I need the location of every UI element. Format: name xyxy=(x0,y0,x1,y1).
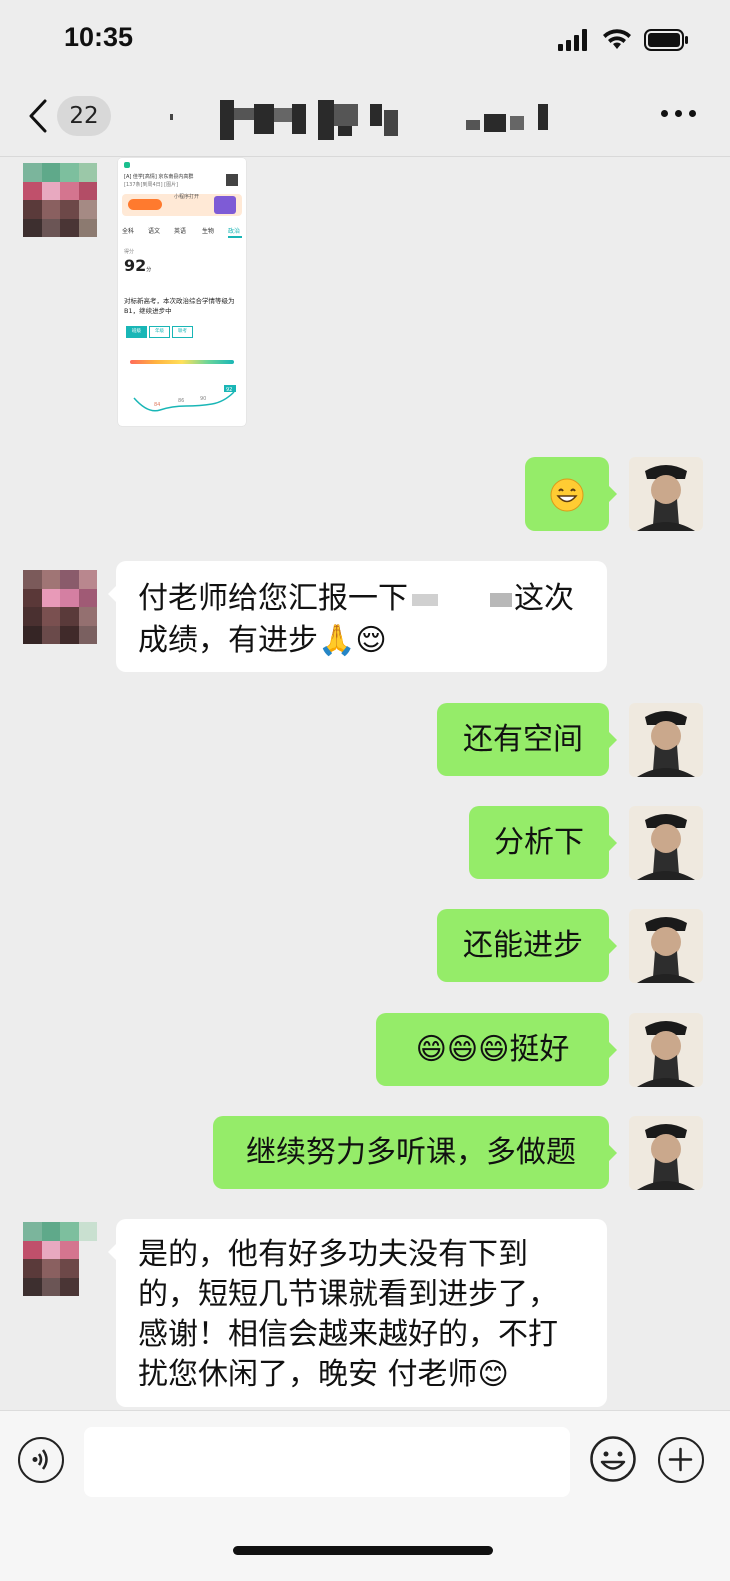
my-avatar[interactable] xyxy=(629,909,703,983)
chat-title-redacted xyxy=(170,100,570,140)
home-indicator xyxy=(233,1546,493,1555)
contact-avatar[interactable] xyxy=(23,570,97,644)
redacted-name xyxy=(412,593,438,606)
back-chevron-icon[interactable] xyxy=(26,98,50,134)
grinning-face-emoji-icon xyxy=(550,478,584,511)
message-text-line: 是的，他有好多功夫没有下到 xyxy=(138,1237,528,1272)
unread-count-badge[interactable]: 22 xyxy=(57,96,111,136)
score-trend-chart: 84 86 90 92 xyxy=(133,385,236,412)
message-text: 还能进步 xyxy=(463,928,583,963)
svg-text:90: 90 xyxy=(200,396,206,402)
promo-banner: 小程序打开 xyxy=(122,194,242,216)
message-text-line: 的，短短几节课就看到进步了， xyxy=(138,1277,558,1312)
svg-text:86: 86 xyxy=(178,398,184,404)
level-bar xyxy=(130,360,234,364)
plus-icon xyxy=(668,1447,693,1472)
voice-icon xyxy=(32,1449,48,1470)
my-avatar[interactable] xyxy=(629,1116,703,1190)
status-time: 10:35 xyxy=(64,22,134,52)
received-message-bubble[interactable]: 是的，他有好多功夫没有下到 的，短短几节课就看到进步了， 感谢！相信会越来越好的… xyxy=(108,1219,607,1407)
status-bar: 10:35 xyxy=(0,0,730,80)
sent-message-bubble[interactable]: 还能进步 xyxy=(437,909,617,982)
status-icons xyxy=(558,28,690,52)
emoji-picker-icon[interactable] xyxy=(589,1435,637,1483)
my-avatar[interactable] xyxy=(629,806,703,880)
message-text-line: 感谢！相信会越来越好的，不打 xyxy=(138,1317,558,1352)
my-avatar[interactable] xyxy=(629,703,703,777)
my-avatar[interactable] xyxy=(629,457,703,531)
sent-message-bubble[interactable] xyxy=(525,457,617,531)
message-text-line: 扰您休闲了，晚安 付老师😊 xyxy=(138,1357,509,1392)
svg-text:92: 92 xyxy=(226,387,232,393)
message-text-line: 付老师给您汇报一下 这次 xyxy=(138,581,574,616)
chat-header: 22 xyxy=(0,80,730,157)
more-functions-button[interactable] xyxy=(658,1437,704,1483)
message-text: 分析下 xyxy=(494,825,584,860)
more-options-icon[interactable] xyxy=(661,110,696,117)
redacted-name xyxy=(490,592,512,607)
sent-message-bubble[interactable]: 分析下 xyxy=(469,806,617,879)
input-bar xyxy=(0,1410,730,1581)
subject-tabs: 全科 语文 英语 生物 政治 xyxy=(118,224,246,238)
my-avatar[interactable] xyxy=(629,1013,703,1087)
voice-input-button[interactable] xyxy=(18,1437,64,1483)
score-summary: 对标新高考，本次政治综合学情等级为B1，继续进步中 xyxy=(124,297,235,315)
message-text: 继续努力多听课，多做题 xyxy=(246,1135,576,1170)
shared-score-image[interactable]: [A] 佳学[高情] 京东南县内高群 [137条]到周4日] [图片] 小程序打… xyxy=(118,158,246,426)
sent-message-bubble[interactable]: 还有空间 xyxy=(437,703,617,776)
received-message-bubble[interactable]: 付老师给您汇报一下 这次 成绩，有进步🙏😌 xyxy=(108,561,607,672)
contact-avatar[interactable] xyxy=(23,163,97,237)
message-input[interactable] xyxy=(84,1427,570,1497)
score-value: 92分 xyxy=(124,256,152,275)
wifi-icon xyxy=(603,29,631,49)
battery-icon xyxy=(644,29,688,51)
message-text: 😄😄😄挺好 xyxy=(415,1032,570,1067)
sent-message-bubble[interactable]: 继续努力多听课，多做题 xyxy=(213,1116,617,1189)
sent-message-bubble[interactable]: 😄😄😄挺好 xyxy=(376,1013,617,1086)
cellular-signal-icon xyxy=(558,29,587,51)
message-text: 还有空间 xyxy=(463,722,583,757)
contact-avatar[interactable] xyxy=(23,1222,97,1296)
svg-text:84: 84 xyxy=(154,402,160,408)
message-text-line: 成绩，有进步🙏😌 xyxy=(138,623,387,658)
